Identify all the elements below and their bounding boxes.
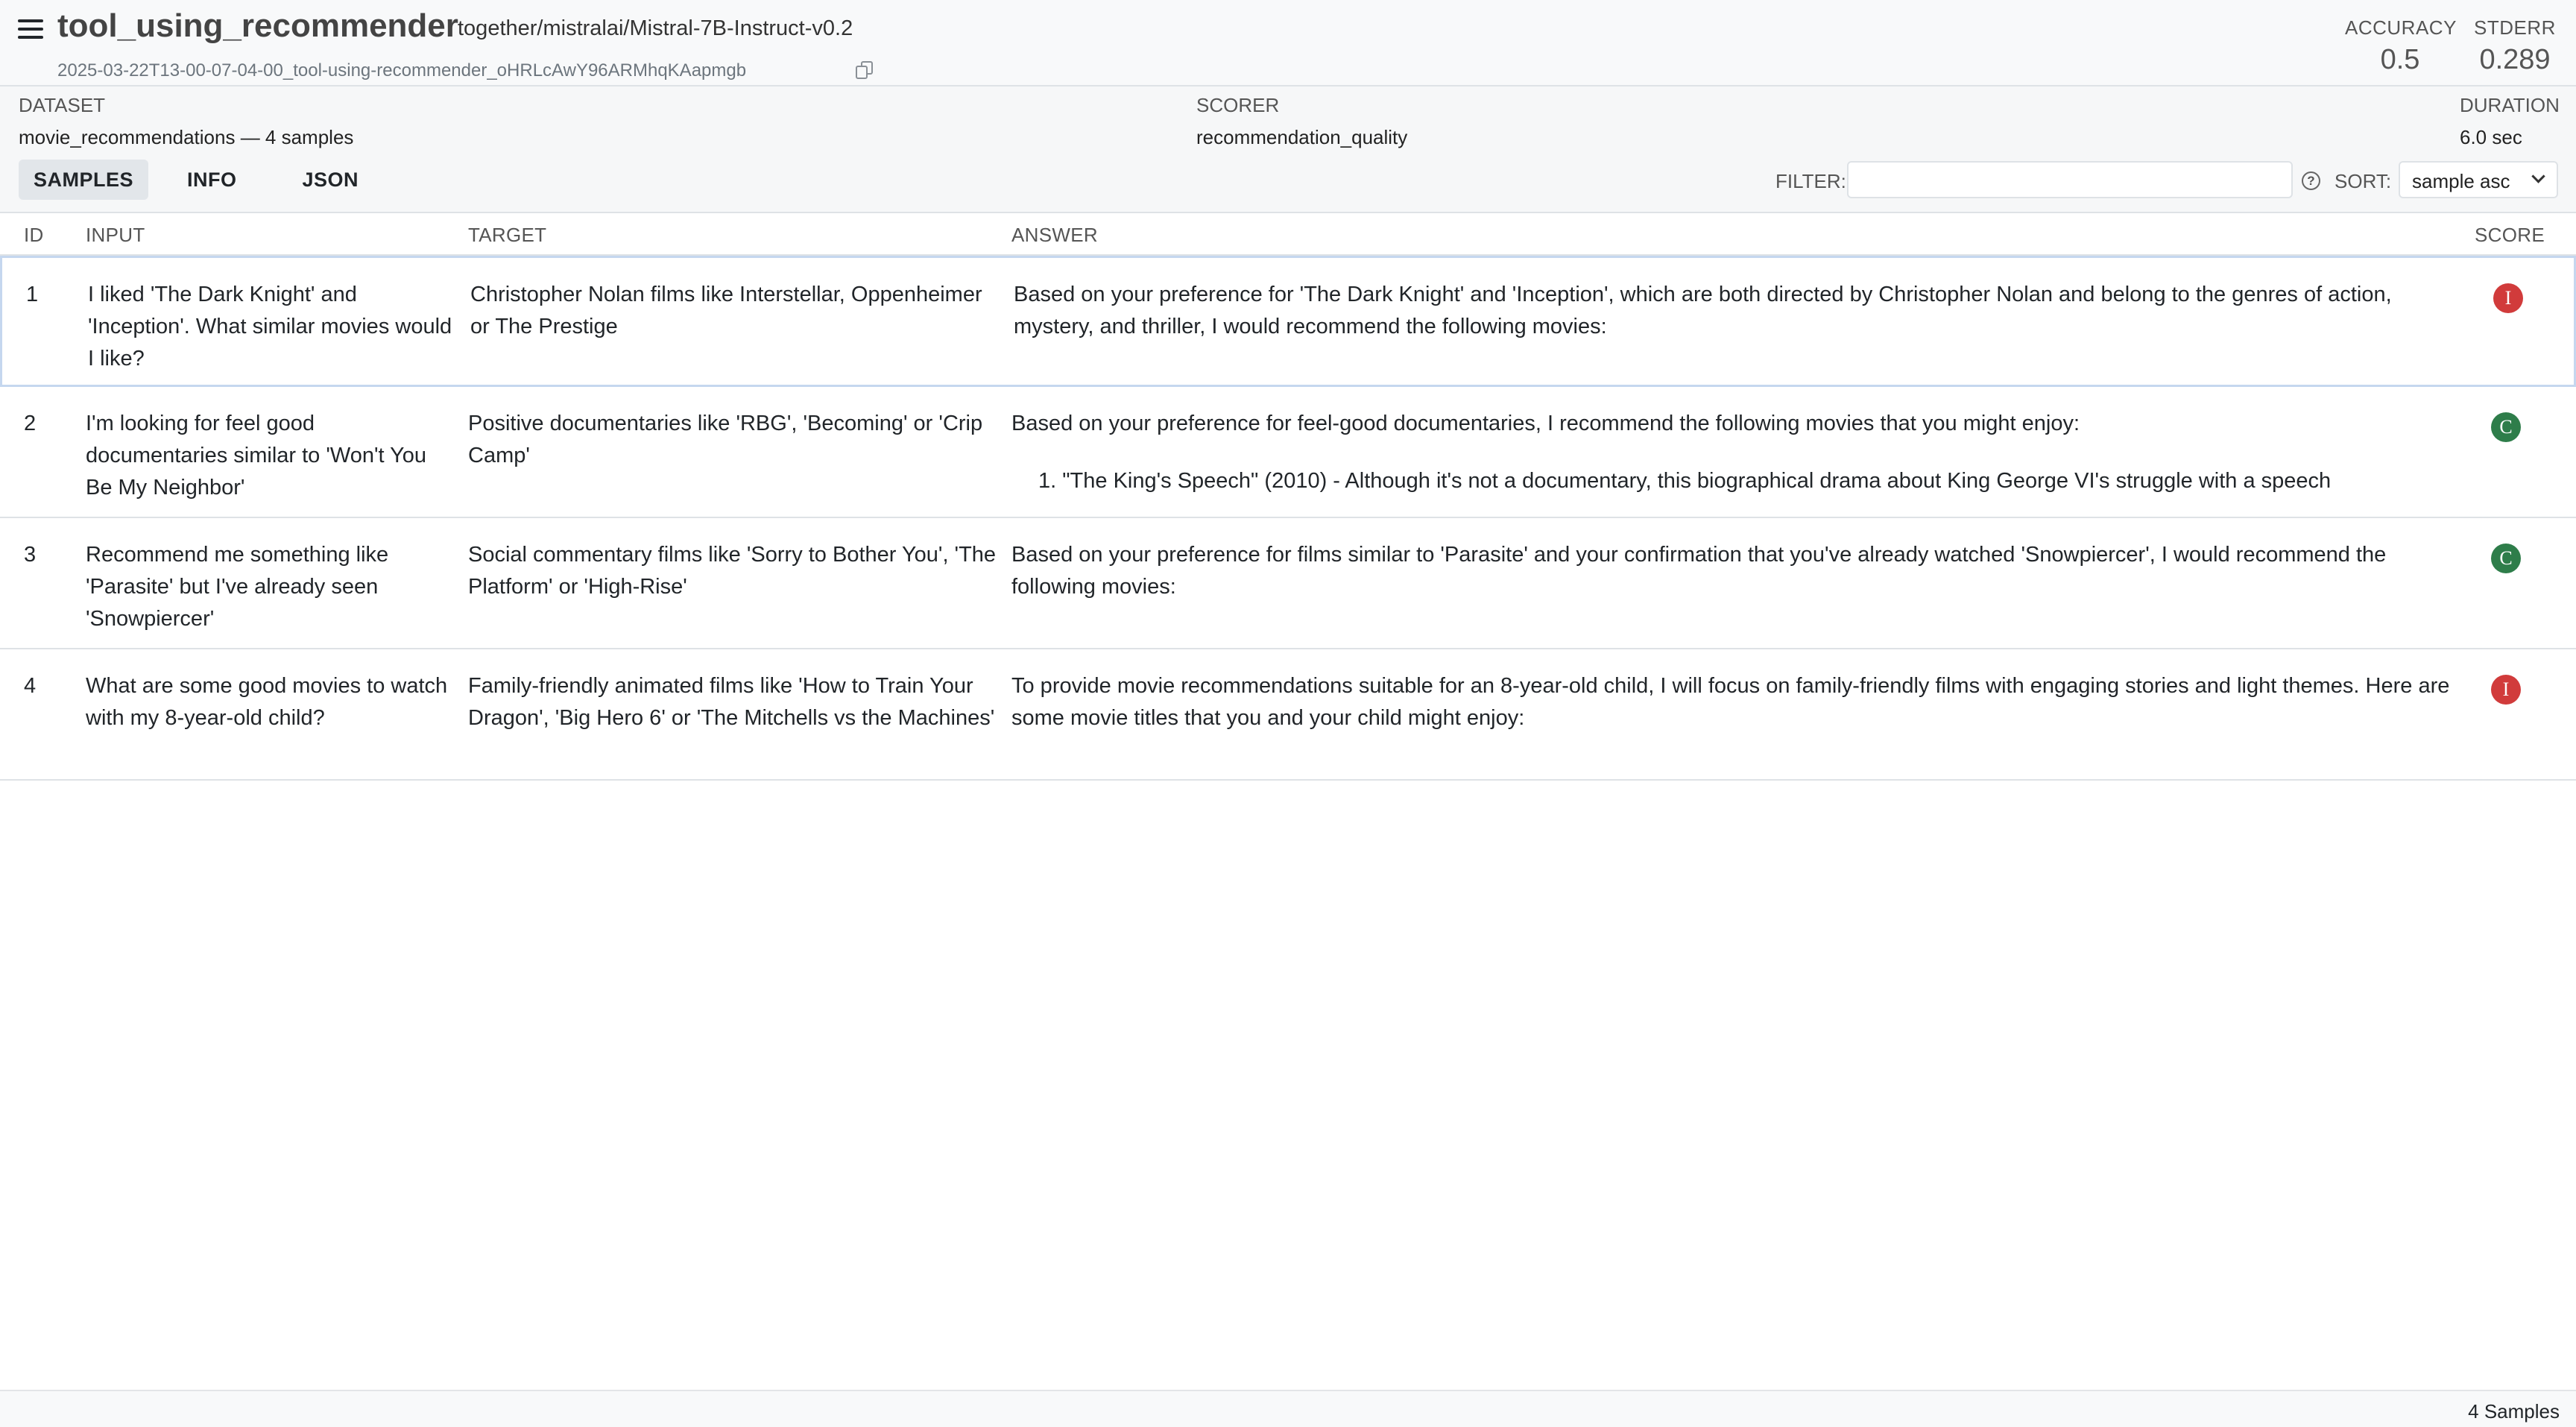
sample-count: 4 Samples [2468, 1400, 2560, 1423]
score-badge-correct: C [2491, 544, 2521, 573]
row-id: 4 [24, 674, 37, 698]
duration-value: 6.0 sec [2460, 126, 2522, 148]
sort-value: sample asc [2412, 170, 2510, 192]
table-row[interactable]: 3 Recommend me something like 'Parasite'… [0, 518, 2576, 649]
sort-label: SORT: [2334, 170, 2392, 192]
row-target: Family-friendly animated films like 'How… [468, 674, 995, 730]
tab-info[interactable]: INFO [172, 160, 252, 200]
row-answer: Based on your preference for feel-good d… [1011, 408, 2450, 512]
title-bar: tool_using_recommender together/mistrala… [0, 0, 2576, 86]
filter-input[interactable] [1847, 161, 2293, 198]
task-name: tool_using_recommender [57, 7, 458, 44]
row-answer-text: To provide movie recommendations suitabl… [1011, 674, 2450, 730]
stderr-metric: STDERR 0.289 [2470, 16, 2560, 76]
score-badge-correct: C [2491, 412, 2521, 442]
column-header-id: ID [24, 224, 44, 246]
sort-select[interactable]: sample asc [2399, 161, 2558, 198]
row-answer-text: Based on your preference for 'The Dark K… [1014, 283, 2392, 338]
row-id: 1 [26, 283, 39, 306]
row-answer-list-item: 1. "The King's Speech" (2010) - Although… [1038, 469, 2332, 493]
score-badge-incorrect: I [2493, 283, 2523, 313]
copy-icon[interactable] [856, 61, 874, 79]
tab-samples[interactable]: SAMPLES [19, 160, 149, 200]
row-answer: To provide movie recommendations suitabl… [1011, 670, 2450, 775]
column-header-score: SCORE [2475, 224, 2545, 246]
stderr-value: 0.289 [2479, 44, 2551, 75]
row-target: Positive documentaries like 'RBG', 'Beco… [468, 412, 983, 467]
row-id: 3 [24, 543, 37, 567]
eval-log-viewer: tool_using_recommender together/mistrala… [0, 0, 2576, 1427]
row-id: 2 [24, 412, 37, 435]
scorer-value: recommendation_quality [1196, 126, 1408, 148]
row-input: What are some good movies to watch with … [86, 674, 448, 730]
info-strip: DATASET movie_recommendations — 4 sample… [0, 86, 2576, 213]
row-answer-text: Based on your preference for feel-good d… [1011, 412, 2080, 435]
table-header: ID INPUT TARGET ANSWER SCORE [0, 213, 2576, 256]
status-footer: 4 Samples [0, 1390, 2576, 1427]
row-input: Recommend me something like 'Parasite' b… [86, 543, 389, 631]
stderr-label: STDERR [2474, 16, 2556, 39]
dataset-info: DATASET movie_recommendations — 4 sample… [19, 94, 353, 149]
log-file-name: 2025-03-22T13-00-07-04-00_tool-using-rec… [57, 60, 747, 81]
duration-info: DURATION 6.0 sec [2460, 94, 2560, 149]
tab-json[interactable]: JSON [288, 160, 374, 200]
score-badge-incorrect: I [2491, 675, 2521, 705]
row-target: Social commentary films like 'Sorry to B… [468, 543, 997, 599]
filter-label: FILTER: [1775, 170, 1846, 192]
column-header-answer: ANSWER [1011, 224, 1098, 246]
row-answer: Based on your preference for 'The Dark K… [1014, 279, 2452, 383]
row-input: I liked 'The Dark Knight' and 'Inception… [88, 283, 452, 371]
column-header-target: TARGET [468, 224, 547, 246]
table-row[interactable]: 1 I liked 'The Dark Knight' and 'Incepti… [0, 256, 2576, 387]
hamburger-menu-icon[interactable] [18, 18, 43, 40]
help-icon[interactable]: ? [2302, 171, 2320, 190]
accuracy-value: 0.5 [2380, 44, 2420, 75]
dataset-label: DATASET [19, 94, 106, 116]
accuracy-metric: ACCURACY 0.5 [2345, 16, 2457, 76]
model-name: together/mistralai/Mistral-7B-Instruct-v… [458, 16, 853, 40]
accuracy-label: ACCURACY [2345, 16, 2457, 39]
dataset-value: movie_recommendations — 4 samples [19, 126, 354, 148]
table-row[interactable]: 2 I'm looking for feel good documentarie… [0, 387, 2576, 518]
tab-bar: SAMPLES INFO JSON [19, 160, 373, 200]
row-input: I'm looking for feel good documentaries … [86, 412, 427, 500]
row-target: Christopher Nolan films like Interstella… [470, 283, 982, 338]
scorer-label: SCORER [1196, 94, 1280, 116]
row-answer: Based on your preference for films simil… [1011, 539, 2450, 643]
row-answer-text: Based on your preference for films simil… [1011, 543, 2387, 599]
duration-label: DURATION [2460, 94, 2560, 116]
chevron-down-icon [2531, 169, 2545, 183]
scorer-info: SCORER recommendation_quality [1196, 94, 1407, 149]
table-row[interactable]: 4 What are some good movies to watch wit… [0, 649, 2576, 781]
column-header-input: INPUT [86, 224, 145, 246]
